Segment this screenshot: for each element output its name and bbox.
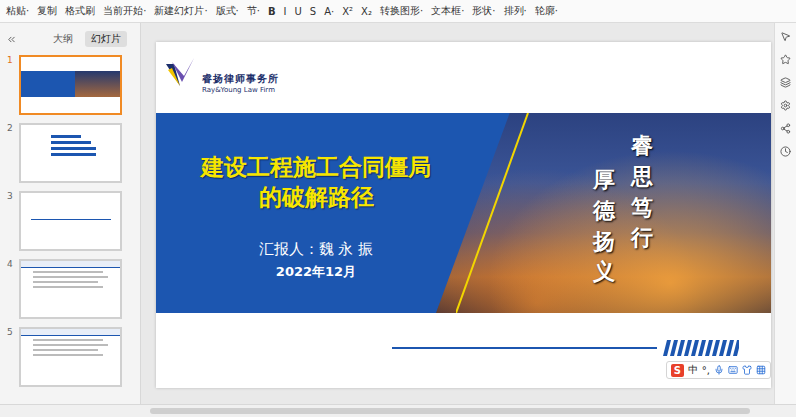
toolbar-item[interactable]: 节· bbox=[247, 4, 260, 18]
firm-name: 睿扬律师事务所 bbox=[202, 72, 279, 86]
toolbar-item[interactable]: 格式刷 bbox=[65, 4, 95, 18]
stripes-icon bbox=[663, 340, 739, 356]
slide-thumbnail-row[interactable]: 5 bbox=[0, 327, 140, 387]
slide[interactable]: 睿扬律师事务所Ray&Young Law Firm建设工程施工合同僵局的破解路径… bbox=[156, 42, 771, 388]
horizontal-scrollbar[interactable] bbox=[0, 404, 796, 417]
thumb-band bbox=[21, 71, 120, 97]
thumb-photo bbox=[75, 71, 120, 97]
date: 2022年12月 bbox=[276, 263, 356, 281]
slide-thumbnail-row[interactable]: 1 bbox=[0, 55, 140, 115]
slide-number: 5 bbox=[7, 327, 15, 337]
logo: 睿扬律师事务所Ray&Young Law Firm bbox=[156, 42, 771, 113]
footer-line bbox=[392, 347, 657, 349]
toolbar-item[interactable]: 新建幻灯片· bbox=[154, 4, 207, 18]
motto: 厚德扬义 bbox=[593, 165, 615, 313]
slide-number: 1 bbox=[7, 55, 15, 65]
sidebar-tabs: 大纲幻灯片 bbox=[0, 31, 140, 47]
toolbar-item[interactable]: 当前开始· bbox=[103, 4, 146, 18]
sidebar-tab[interactable]: 幻灯片 bbox=[85, 31, 127, 47]
reporter: 汇报人：魏 永 振 bbox=[259, 240, 374, 259]
ime-item[interactable]: °, bbox=[702, 365, 710, 376]
motto: 睿思笃行 bbox=[631, 131, 653, 313]
layers-icon[interactable] bbox=[780, 77, 791, 88]
slide-number: 2 bbox=[7, 123, 15, 133]
toolbar-item[interactable]: X² bbox=[342, 6, 353, 17]
slide-thumbnail[interactable] bbox=[19, 55, 122, 115]
toolbar-item[interactable]: 形状· bbox=[472, 4, 495, 18]
firm-name-en: Ray&Young Law Firm bbox=[202, 86, 279, 94]
slide-number: 4 bbox=[7, 259, 15, 269]
collapse-icon[interactable] bbox=[6, 34, 17, 45]
editor-area: 睿扬律师事务所Ray&Young Law Firm建设工程施工合同僵局的破解路径… bbox=[141, 23, 774, 404]
thumb-header bbox=[21, 329, 120, 336]
toolbar-item[interactable]: A· bbox=[324, 6, 334, 17]
star-icon[interactable] bbox=[780, 54, 791, 65]
slide-thumbnail[interactable] bbox=[19, 327, 122, 387]
ime-toolbar[interactable]: S中 °, bbox=[666, 361, 771, 379]
toolbar-item[interactable]: 转换图形· bbox=[380, 4, 423, 18]
slide-thumbnail-row[interactable]: 2 bbox=[0, 123, 140, 183]
slide-thumbnail-row[interactable]: 4 bbox=[0, 259, 140, 319]
toolbar-item[interactable]: 轮廓· bbox=[535, 4, 558, 18]
toolbar-item[interactable]: S bbox=[310, 6, 316, 17]
toolbar-item[interactable]: 排列· bbox=[504, 4, 527, 18]
settings-icon[interactable] bbox=[780, 100, 791, 111]
toolbar-item[interactable]: I bbox=[284, 6, 287, 17]
ime-logo[interactable]: S bbox=[671, 364, 684, 377]
firm-logo-icon bbox=[164, 56, 198, 90]
toolbar-item[interactable]: 文本框· bbox=[431, 4, 464, 18]
slide-title: 建设工程施工合同僵局的破解路径 bbox=[201, 153, 431, 213]
diagonal-stroke-icon bbox=[456, 113, 536, 313]
toolbar-item[interactable]: 复制 bbox=[37, 4, 57, 18]
keyboard-icon[interactable] bbox=[728, 365, 738, 375]
slide-number: 3 bbox=[7, 191, 15, 201]
share-icon[interactable] bbox=[780, 123, 791, 134]
toolbar-item[interactable]: 版式· bbox=[216, 4, 239, 18]
mic-icon[interactable] bbox=[714, 365, 724, 375]
slide-thumbnail[interactable] bbox=[19, 191, 122, 251]
sidebar: 大纲幻灯片 1 2 3 4 5 bbox=[0, 23, 141, 404]
toolbar-item[interactable]: 粘贴· bbox=[6, 4, 29, 18]
body: 大纲幻灯片12345睿扬律师事务所Ray&Young Law Firm建设工程施… bbox=[0, 23, 796, 404]
grid-icon[interactable] bbox=[756, 365, 766, 375]
sidebar-tab[interactable]: 大纲 bbox=[47, 31, 79, 47]
toolbar-item[interactable]: X₂ bbox=[361, 6, 372, 17]
toolbar: 粘贴· 复制格式刷当前开始· 新建幻灯片· 版式· 节· BIUS A· X² X₂ 转换图形· 文… bbox=[0, 0, 796, 23]
city-photo: 厚德扬义睿思笃行 bbox=[436, 113, 771, 313]
scroll-thumb[interactable] bbox=[150, 408, 750, 414]
right-tool-strip bbox=[774, 23, 796, 404]
toolbar-item[interactable]: U bbox=[295, 6, 302, 17]
wps-presentation-window: 粘贴·复制格式刷当前开始·新建幻灯片·版式·节·BIUSA·X²X₂转换图形·文… bbox=[0, 0, 796, 417]
clock-icon[interactable] bbox=[780, 146, 791, 157]
ime-item[interactable]: 中 bbox=[688, 363, 698, 377]
skin-icon[interactable] bbox=[742, 365, 752, 375]
thumb-header bbox=[21, 261, 120, 268]
slide-thumbnail[interactable] bbox=[19, 259, 122, 319]
toolbar-item[interactable]: B bbox=[268, 6, 276, 17]
title-band: 建设工程施工合同僵局的破解路径汇报人：魏 永 振 2022年12月 厚德扬义睿思笃行 bbox=[156, 113, 771, 313]
pointer-icon[interactable] bbox=[780, 31, 791, 42]
slide-thumbnail[interactable] bbox=[19, 123, 122, 183]
slide-thumbnail-row[interactable]: 3 bbox=[0, 191, 140, 251]
